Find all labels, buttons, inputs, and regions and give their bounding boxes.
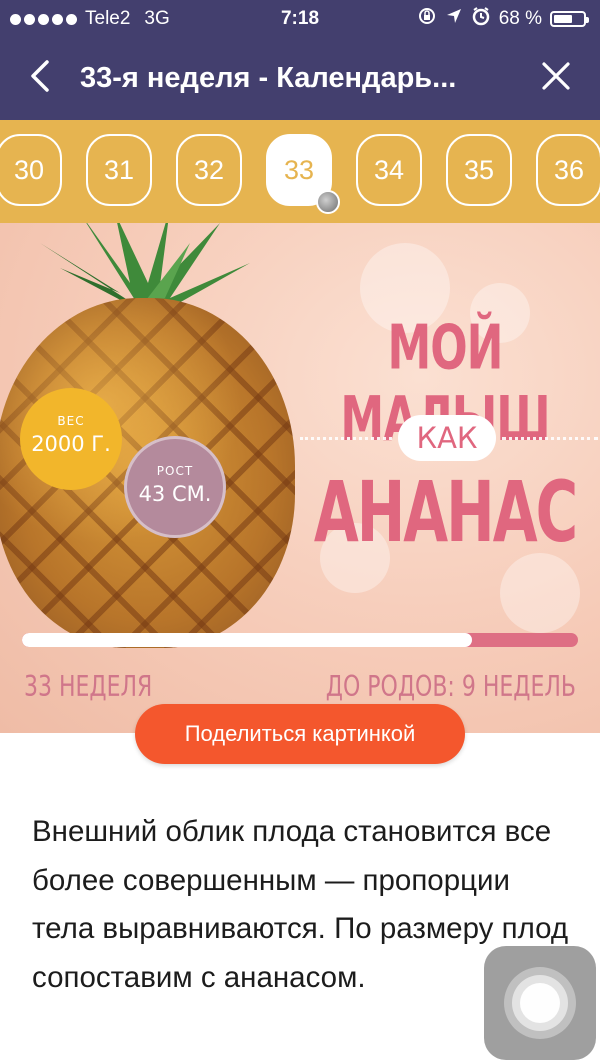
weight-badge: ВЕС 2000 Г.: [20, 388, 122, 490]
week-tab-33[interactable]: 33: [266, 134, 340, 214]
weight-value: 2000 Г.: [31, 432, 111, 456]
dotted-divider: [300, 437, 392, 440]
banner-headline-bottom: АНАНАС: [313, 462, 578, 562]
battery-percent: 68 %: [498, 8, 542, 29]
height-badge: РОСТ 43 СМ.: [124, 436, 226, 538]
back-button[interactable]: [20, 54, 60, 98]
week-number: 31: [103, 154, 135, 185]
dotted-divider: [502, 437, 598, 440]
navigation-bar: 33-я неделя - Календарь...: [0, 36, 600, 120]
week-tab-34[interactable]: 34: [356, 134, 422, 206]
progress-fill: [22, 633, 473, 647]
close-button[interactable]: [534, 54, 578, 98]
status-bar: Tele2 3G 7:18 68 %: [0, 0, 600, 36]
week-tab-30[interactable]: 30: [0, 134, 62, 206]
page-title: 33-я неделя - Календарь...: [80, 62, 457, 94]
week-banner-image: ВЕС 2000 Г. РОСТ 43 СМ. МОЙ МАЛЫШ КАК АН…: [0, 223, 600, 733]
banner-headline-mid: КАК: [398, 415, 496, 461]
weeks-left-label: ДО РОДОВ: 9 НЕДЕЛЬ: [325, 671, 576, 704]
week-tab-32[interactable]: 32: [176, 134, 242, 206]
week-tab-35[interactable]: 35: [446, 134, 512, 206]
week-number: 34: [373, 154, 405, 185]
current-week-label: 33 НЕДЕЛЯ: [24, 671, 153, 704]
battery-icon: [550, 11, 589, 27]
share-image-button[interactable]: Поделиться картинкой: [135, 704, 465, 764]
assistive-touch-button[interactable]: [484, 946, 596, 1060]
week-number: 33: [283, 154, 315, 185]
lock-rotation-icon: [417, 6, 437, 32]
height-value: 43 СМ.: [138, 482, 212, 506]
week-selector: 30 31 32 33 34 35 36: [0, 120, 600, 223]
weight-label: ВЕС: [57, 414, 85, 428]
week-number: 32: [193, 154, 225, 185]
alarm-icon: [471, 6, 491, 32]
pregnancy-progress-bar: [22, 633, 578, 647]
status-right: 68 %: [417, 6, 589, 32]
height-label: РОСТ: [156, 464, 194, 478]
week-number: 35: [463, 154, 495, 185]
close-icon: [542, 62, 570, 90]
week-tab-31[interactable]: 31: [86, 134, 152, 206]
location-arrow-icon: [445, 7, 463, 31]
week-tab-36[interactable]: 36: [536, 134, 600, 206]
week-number: 36: [553, 154, 585, 185]
bokeh-light: [500, 553, 580, 633]
week-number: 30: [13, 154, 45, 185]
avatar: [316, 190, 340, 214]
chevron-left-icon: [31, 60, 49, 92]
